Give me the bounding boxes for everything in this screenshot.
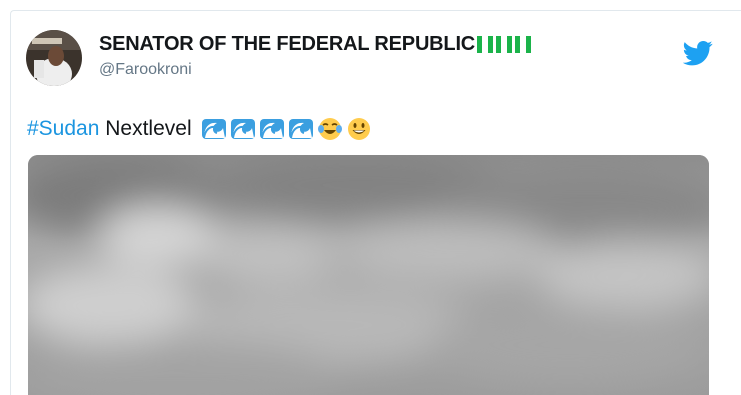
tweet-media-video[interactable]: [28, 155, 709, 395]
twitter-bird-icon[interactable]: [683, 38, 713, 68]
author-name-text[interactable]: SENATOR OF THE FEDERAL REPUBLIC: [99, 33, 475, 56]
author-handle[interactable]: @Farookroni: [99, 61, 192, 79]
nigeria-flag-icon: [496, 36, 513, 53]
tweet-text: #Sudan Nextlevel: [27, 116, 372, 142]
nigeria-flag-icon: [515, 36, 532, 53]
water-wave-icon: [259, 119, 284, 139]
water-wave-icon: [230, 119, 255, 139]
water-wave-icon: [201, 119, 226, 139]
hashtag-link[interactable]: #Sudan: [27, 117, 99, 141]
avatar-image: [26, 30, 82, 86]
avatar[interactable]: [26, 30, 82, 86]
tweet-emojis: [201, 116, 372, 142]
flag-emojis: [477, 36, 532, 53]
face-with-tears-of-joy-icon: [317, 118, 342, 140]
author-name[interactable]: SENATOR OF THE FEDERAL REPUBLIC: [99, 33, 532, 56]
nigeria-flag-icon: [477, 36, 494, 53]
cloudy-sky-image: [28, 155, 709, 395]
grinning-face-icon: [347, 118, 370, 140]
water-wave-icon: [288, 119, 313, 139]
tweet-body: Nextlevel: [99, 117, 192, 140]
